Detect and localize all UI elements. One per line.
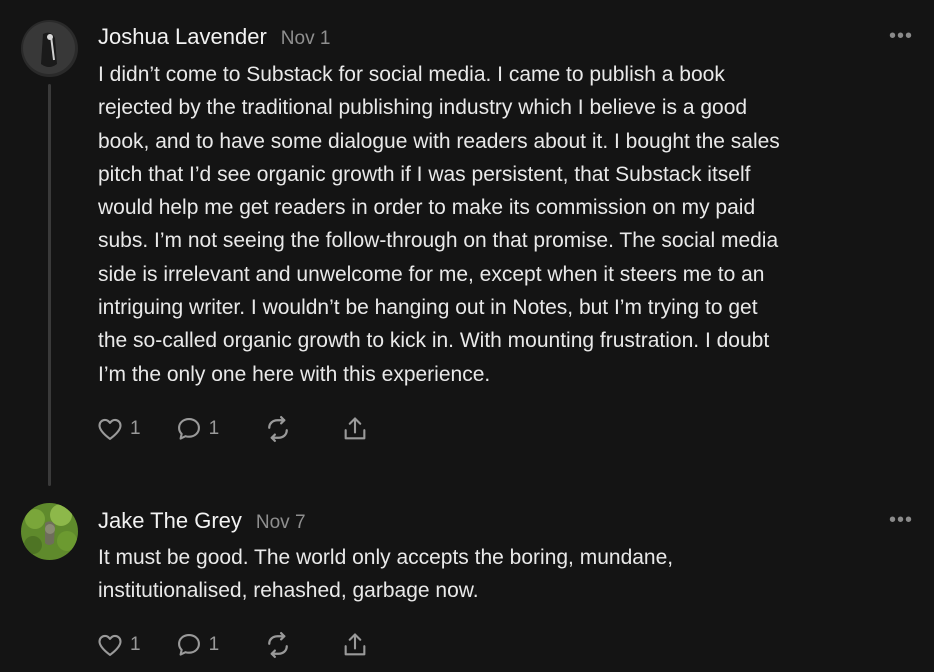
share-button[interactable] (341, 631, 369, 659)
share-icon (344, 417, 366, 440)
reply-count: 1 (208, 418, 220, 439)
comment-header: Jake The Grey Nov 7 (98, 508, 306, 534)
share-icon (344, 633, 366, 656)
like-count: 1 (130, 634, 141, 655)
restack-icon (268, 416, 289, 442)
comment-line: book, and to have some dialogue with rea… (98, 129, 780, 153)
more-options-icon[interactable]: ••• (889, 26, 913, 46)
like-button[interactable]: 1 (96, 415, 141, 443)
comment-line: the so-called organic growth to kick in.… (98, 329, 770, 353)
comment-body: I didn’t come to Substack for social med… (98, 58, 908, 391)
heart-icon (98, 418, 122, 440)
comment-line: would help me get readers in order to ma… (98, 196, 756, 220)
comment-line: rejected by the traditional publishing i… (98, 96, 748, 120)
comment-line: institutionalised, rehashed, garbage now… (98, 579, 479, 603)
comment-line: It must be good. The world only accepts … (98, 546, 674, 569)
comment-line: I didn’t come to Substack for social med… (98, 63, 725, 86)
comment-bubble-icon (177, 634, 200, 656)
more-options-icon[interactable]: ••• (889, 510, 913, 530)
author-name[interactable]: Joshua Lavender (98, 24, 267, 50)
share-button[interactable] (341, 415, 369, 443)
like-count: 1 (130, 418, 141, 439)
comment-date[interactable]: Nov 7 (256, 512, 306, 534)
comment: Joshua Lavender Nov 1 ••• I didn’t come … (0, 0, 934, 490)
action-bar: 1 1 (96, 414, 369, 444)
avatar[interactable] (21, 503, 78, 560)
comment-line: I’m the only one here with this experien… (98, 362, 491, 386)
comment-date[interactable]: Nov 1 (281, 28, 331, 50)
comment-line: pitch that I’d see organic growth if I w… (98, 162, 751, 186)
avatar[interactable] (21, 20, 78, 77)
comment-line: side is irrelevant and unwelcome for me,… (98, 262, 765, 286)
reply-button[interactable]: 1 (175, 631, 220, 659)
action-bar: 1 1 (96, 630, 369, 660)
comment: Jake The Grey Nov 7 ••• It must be good.… (0, 490, 934, 672)
heart-icon (98, 634, 122, 656)
reply-button[interactable]: 1 (175, 415, 220, 443)
restack-icon (268, 632, 289, 658)
thread-line (48, 84, 51, 486)
restack-button[interactable] (263, 630, 293, 660)
reply-count: 1 (208, 634, 220, 655)
comment-line: intriguing writer. I wouldn’t be hanging… (98, 296, 758, 320)
comment-body: It must be good. The world only accepts … (98, 541, 908, 608)
comment-line: subs. I’m not seeing the follow-through … (98, 229, 779, 253)
comment-header: Joshua Lavender Nov 1 (98, 24, 330, 50)
like-button[interactable]: 1 (96, 631, 141, 659)
author-name[interactable]: Jake The Grey (98, 508, 242, 534)
comment-bubble-icon (177, 418, 200, 440)
restack-button[interactable] (263, 414, 293, 444)
